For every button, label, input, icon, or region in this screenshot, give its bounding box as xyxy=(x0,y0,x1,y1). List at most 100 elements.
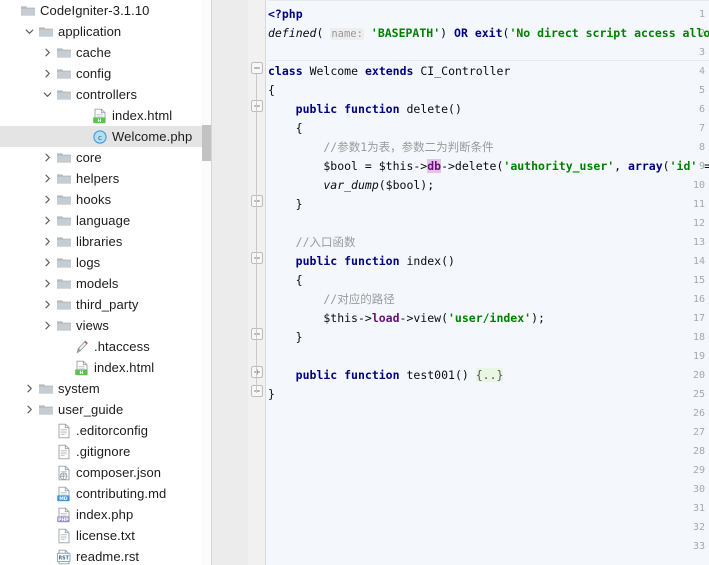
tree-item-contributing-md[interactable]: MD contributing.md xyxy=(0,483,203,504)
chevron-down-icon[interactable] xyxy=(42,89,53,100)
line-number: 13 xyxy=(692,237,705,248)
code-line[interactable]: //参数1为表，参数二为判断条件 xyxy=(323,138,493,157)
tree-item-third-party[interactable]: third_party xyxy=(0,294,203,315)
code-line[interactable]: $bool = $this->db->delete('authority_use… xyxy=(323,157,709,176)
fold-collapse-marker[interactable] xyxy=(251,62,263,81)
code-line[interactable]: public function test001() {..} xyxy=(296,366,504,385)
code-line[interactable]: } xyxy=(296,328,303,347)
tree-item-label: index.html xyxy=(112,108,173,123)
tree-item-label: composer.json xyxy=(76,465,162,480)
code-editor[interactable]: 1 2 3 4 5 6 7 8 9 10 11 12 13 14 15 16 17 18 19 20 25 26 27 28 2… xyxy=(212,0,709,565)
chevron-right-icon[interactable] xyxy=(42,47,53,58)
code-token: ) xyxy=(440,26,448,40)
chevron-right-icon[interactable] xyxy=(24,404,35,415)
chevron-right-icon[interactable] xyxy=(42,68,53,79)
tree-item-index-php[interactable]: PHP index.php xyxy=(0,504,203,525)
chevron-right-icon[interactable] xyxy=(42,236,53,247)
tree-item-hooks[interactable]: hooks xyxy=(0,189,203,210)
editor-gutter[interactable] xyxy=(212,0,248,565)
svg-text:H: H xyxy=(79,369,83,375)
line-number: 20 xyxy=(692,370,705,381)
fold-collapse-marker[interactable] xyxy=(251,100,263,119)
code-line[interactable]: //对应的路径 xyxy=(323,290,394,309)
code-line[interactable]: <?php xyxy=(268,5,303,24)
chevron-right-icon[interactable] xyxy=(42,257,53,268)
collapsed-fold-region[interactable]: {..} xyxy=(475,368,504,382)
folder-icon xyxy=(56,87,72,103)
code-line[interactable]: } xyxy=(268,385,275,404)
chevron-down-icon[interactable] xyxy=(24,26,35,37)
project-tree-list[interactable]: CodeIgniter-3.1.10 application cache config… xyxy=(0,0,203,565)
code-line[interactable]: { xyxy=(296,119,303,138)
tree-item-application[interactable]: application xyxy=(0,21,203,42)
tree-item--gitignore[interactable]: .gitignore xyxy=(0,441,203,462)
code-line[interactable]: $this->load->view('user/index'); xyxy=(323,309,545,328)
tree-item-system[interactable]: system xyxy=(0,378,203,399)
folder-icon xyxy=(56,45,72,61)
tree-item-label: .editorconfig xyxy=(76,423,149,438)
keyword-token: public function xyxy=(295,368,400,382)
folder-icon xyxy=(38,402,54,418)
comment-token: //对应的路径 xyxy=(323,292,395,306)
chevron-right-icon[interactable] xyxy=(42,320,53,331)
chevron-right-icon[interactable] xyxy=(42,215,53,226)
fold-collapse-marker[interactable] xyxy=(251,328,263,347)
tree-item-config[interactable]: config xyxy=(0,63,203,84)
code-line[interactable]: { xyxy=(268,81,275,100)
tree-item-models[interactable]: models xyxy=(0,273,203,294)
tree-item-logs[interactable]: logs xyxy=(0,252,203,273)
fold-collapse-marker[interactable] xyxy=(251,385,263,404)
chevron-right-icon[interactable] xyxy=(42,152,53,163)
tree-item-views[interactable]: views xyxy=(0,315,203,336)
tree-item-index-html[interactable]: Hindex.html xyxy=(0,357,203,378)
tree-item--htaccess[interactable]: .htaccess xyxy=(0,336,203,357)
tree-item-license-txt[interactable]: license.txt xyxy=(0,525,203,546)
code-line[interactable]: { xyxy=(296,271,303,290)
line-number: 12 xyxy=(692,218,705,229)
tree-item-user-guide[interactable]: user_guide xyxy=(0,399,203,420)
tree-item-readme-rst[interactable]: RST readme.rst xyxy=(0,546,203,565)
code-line[interactable]: //入口函数 xyxy=(296,233,356,252)
tree-item-label: license.txt xyxy=(76,528,135,543)
keyword-token: class xyxy=(268,64,303,78)
tree-item-controllers[interactable]: controllers xyxy=(0,84,203,105)
tree-item-codeigniter-3-1-10[interactable]: CodeIgniter-3.1.10 xyxy=(0,0,203,21)
chevron-right-icon[interactable] xyxy=(24,383,35,394)
html-file-icon: H xyxy=(74,360,90,376)
line-number: 7 xyxy=(698,123,705,134)
chevron-right-icon[interactable] xyxy=(42,299,53,310)
fold-expand-marker[interactable] xyxy=(251,366,263,385)
php-class-icon: c xyxy=(92,129,108,145)
tree-item--editorconfig[interactable]: .editorconfig xyxy=(0,420,203,441)
keyword-token: <?php xyxy=(268,7,303,21)
tree-item-language[interactable]: language xyxy=(0,210,203,231)
tree-item-index-html[interactable]: Hindex.html xyxy=(0,105,203,126)
line-number: 25 xyxy=(692,389,705,400)
line-number: 5 xyxy=(698,85,705,96)
chevron-right-icon[interactable] xyxy=(42,173,53,184)
code-line[interactable]: defined( name: 'BASEPATH') OR exit('No d… xyxy=(268,24,709,43)
tree-item-core[interactable]: core xyxy=(0,147,203,168)
chevron-right-icon[interactable] xyxy=(42,278,53,289)
editor-fold-column[interactable] xyxy=(248,0,266,565)
tree-scrollbar-thumb[interactable] xyxy=(202,125,211,161)
code-token: { xyxy=(295,121,303,135)
gutter-divider xyxy=(265,0,266,565)
fold-collapse-marker[interactable] xyxy=(251,252,263,271)
tree-item-composer-json[interactable]: composer.json xyxy=(0,462,203,483)
code-line[interactable]: class Welcome extends CI_Controller xyxy=(268,62,510,81)
code-line[interactable]: var_dump($bool); xyxy=(323,176,434,195)
chevron-right-icon[interactable] xyxy=(42,194,53,205)
htaccess-file-icon xyxy=(74,339,90,355)
tree-item-helpers[interactable]: helpers xyxy=(0,168,203,189)
tree-item-welcome-php[interactable]: c Welcome.php xyxy=(0,126,203,147)
tree-item-cache[interactable]: cache xyxy=(0,42,203,63)
tree-scrollbar[interactable] xyxy=(202,0,211,565)
fold-collapse-marker[interactable] xyxy=(251,195,263,214)
tree-item-libraries[interactable]: libraries xyxy=(0,231,203,252)
code-line[interactable]: public function delete() xyxy=(296,100,462,119)
code-line[interactable]: public function index() xyxy=(296,252,455,271)
code-line[interactable]: } xyxy=(296,195,303,214)
code-token: ($bool); xyxy=(378,178,435,192)
tree-item-label: index.php xyxy=(76,507,134,522)
